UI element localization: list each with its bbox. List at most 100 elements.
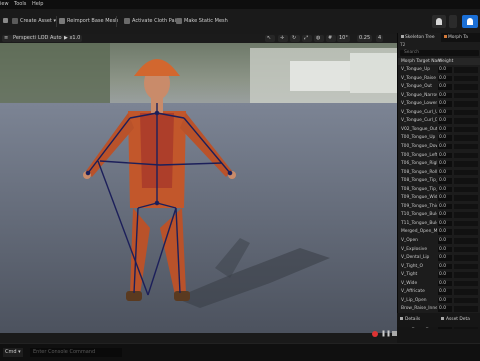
morph-weight-input[interactable]: 0.0 <box>438 195 452 201</box>
scale-icon[interactable]: ⤢ <box>302 35 312 42</box>
morph-target-row[interactable]: V_Tight_O 0.0 <box>398 263 480 271</box>
morph-target-row[interactable]: V_Dental_Lip 0.0 <box>398 254 480 262</box>
morph-target-row[interactable]: T00_Tongue_Up 0.0 <box>398 134 480 142</box>
morph-weight-input[interactable]: 0.0 <box>438 126 452 133</box>
morph-weight-input[interactable]: 0.0 <box>438 272 452 278</box>
morph-weight-input[interactable]: 0.0 <box>438 101 452 107</box>
morph-target-row[interactable]: T10_Tongue_Bulge0.0 <box>398 211 480 219</box>
skeleton-mode-button[interactable] <box>432 15 446 28</box>
morph-weight-slider[interactable] <box>454 178 478 184</box>
morph-weight-input[interactable]: 0.0 <box>438 92 452 99</box>
morph-weight-input[interactable]: 0.0 <box>438 75 452 82</box>
morph-target-row[interactable]: V_Tongue_Narrow 0.0 <box>398 92 480 100</box>
morph-target-row[interactable]: V02_Tongue_Out 0.0 <box>398 126 480 134</box>
morph-target-row[interactable]: V_Tongue_Curl_U 0.0 <box>398 109 480 117</box>
morph-weight-input[interactable]: 0.0 <box>438 238 452 244</box>
morph-weight-slider[interactable] <box>454 118 478 124</box>
morph-target-row[interactable]: V_Open 0.0 <box>398 237 480 245</box>
cmd-dropdown[interactable]: Cmd ▾ <box>3 348 23 357</box>
save-icon[interactable] <box>3 16 10 27</box>
morph-weight-slider[interactable] <box>454 186 478 193</box>
morph-weight-input[interactable]: 0.0 <box>438 263 452 270</box>
morph-weight-slider[interactable] <box>454 67 478 73</box>
menu-tools[interactable]: Tools <box>14 0 26 9</box>
morph-weight-input[interactable]: 0.0 <box>438 161 452 167</box>
morph-weight-input[interactable]: 0.0 <box>438 135 452 141</box>
morph-weight-input[interactable]: 0.0 <box>438 246 452 253</box>
morph-weight-input[interactable]: 0.0 <box>438 169 452 176</box>
morph-search-input[interactable]: Search <box>400 50 479 56</box>
make-static-mesh-button[interactable]: Make Static Mesh <box>176 16 228 27</box>
morph-weight-input[interactable]: 0.0 <box>438 118 452 124</box>
morph-target-row[interactable]: T08_Tongue_Roll 0.0 <box>398 169 480 177</box>
morph-weight-input[interactable]: 0.0 <box>438 220 452 227</box>
console-command-input[interactable]: Enter Console Command <box>30 348 122 357</box>
menu-help[interactable]: Help <box>32 0 43 9</box>
morph-target-row[interactable]: V_Tongue_Lower 0.0 <box>398 100 480 108</box>
morph-weight-input[interactable]: 0.0 <box>438 289 452 295</box>
details-tab[interactable]: Details <box>400 315 420 324</box>
morph-weight-input[interactable]: 0.0 <box>438 203 452 210</box>
morph-weight-input[interactable]: 0.0 <box>438 306 452 312</box>
morph-target-row[interactable]: Merged_Open_Mout0.0 <box>398 228 480 236</box>
morph-weight-slider[interactable] <box>454 126 478 133</box>
select-mode-icon[interactable]: ↖ <box>265 35 275 42</box>
morph-weight-slider[interactable] <box>454 263 478 270</box>
translate-icon[interactable]: ✛ <box>278 35 288 42</box>
lod-button[interactable]: LOD Auto <box>36 35 64 42</box>
morph-weight-input[interactable]: 0.0 <box>438 255 452 261</box>
morph-weight-slider[interactable] <box>454 280 478 287</box>
morph-weight-slider[interactable] <box>454 238 478 244</box>
tab-skeleton-tree[interactable]: Skeleton Tree <box>398 33 441 42</box>
morph-target-row[interactable]: Brow_Raise_Inner_L0.0 <box>398 305 480 313</box>
world-icon[interactable]: ◍ <box>314 35 324 42</box>
morph-weight-slider[interactable] <box>454 84 478 90</box>
morph-target-row[interactable]: T06_Tongue_Right 0.0 <box>398 160 480 168</box>
morph-weight-slider[interactable] <box>454 169 478 176</box>
morph-target-row[interactable]: T08_Tongue_Tip_Up0.0 <box>398 177 480 185</box>
morph-weight-slider[interactable] <box>454 220 478 227</box>
morph-target-row[interactable]: T09_Tongue_Width0.0 <box>398 194 480 202</box>
morph-weight-slider[interactable] <box>454 306 478 312</box>
morph-weight-input[interactable]: 0.0 <box>438 229 452 235</box>
morph-target-row[interactable]: V_Tongue_Out 0.0 <box>398 83 480 91</box>
col-name-header[interactable]: Morph Target Nam <box>401 58 441 65</box>
morph-target-row[interactable]: V_Tight 0.0 <box>398 271 480 279</box>
morph-target-row[interactable]: V_Wide 0.0 <box>398 280 480 288</box>
morph-target-row[interactable]: T00_Tongue_Left 0.0 <box>398 152 480 160</box>
morph-weight-slider[interactable] <box>454 92 478 99</box>
morph-weight-input[interactable]: 0.0 <box>438 67 452 73</box>
morph-weight-slider[interactable] <box>454 75 478 82</box>
morph-weight-slider[interactable] <box>454 143 478 150</box>
morph-weight-slider[interactable] <box>454 109 478 116</box>
morph-weight-input[interactable]: 0.0 <box>438 109 452 116</box>
playback-speed-button[interactable]: ▶ x1.0 <box>62 35 83 42</box>
morph-weight-input[interactable]: 0.0 <box>438 84 452 90</box>
rotation-snap-value[interactable]: 10° <box>337 35 350 42</box>
morph-weight-slider[interactable] <box>454 101 478 107</box>
menu-view[interactable]: iew <box>0 0 9 9</box>
morph-target-row[interactable]: T00_Tongue_Down0.0 <box>398 143 480 151</box>
record-icon[interactable] <box>372 331 378 337</box>
skeleton-mode-dropdown[interactable] <box>449 15 457 28</box>
mesh-mode-button[interactable] <box>462 15 478 28</box>
morph-weight-slider[interactable] <box>454 135 478 141</box>
morph-weight-slider[interactable] <box>454 229 478 235</box>
col-weight-header[interactable]: Weight <box>438 58 453 65</box>
morph-weight-slider[interactable] <box>454 203 478 210</box>
morph-weight-slider[interactable] <box>454 161 478 167</box>
camera-speed-value[interactable]: 4 <box>376 35 384 42</box>
rotate-icon[interactable]: ↻ <box>290 35 300 42</box>
activate-cloth-paint-button[interactable]: Activate Cloth Paint <box>124 16 181 27</box>
morph-target-row[interactable]: V_Affricate 0.0 <box>398 288 480 296</box>
morph-target-row[interactable]: V_Tongue_Raise 0.0 <box>398 75 480 83</box>
morph-target-row[interactable]: T09_Tongue_Thick 0.0 <box>398 203 480 211</box>
morph-target-row[interactable]: V_Explosive 0.0 <box>398 246 480 254</box>
morph-weight-slider[interactable] <box>454 297 478 304</box>
morph-target-row[interactable]: T11_Tongue_Bulge0.0 <box>398 220 480 228</box>
morph-weight-input[interactable]: 0.0 <box>438 186 452 193</box>
morph-weight-slider[interactable] <box>454 289 478 295</box>
morph-weight-input[interactable]: 0.0 <box>438 212 452 218</box>
morph-weight-input[interactable]: 0.0 <box>438 280 452 287</box>
pause-icon[interactable]: ❚❚ <box>381 331 391 337</box>
